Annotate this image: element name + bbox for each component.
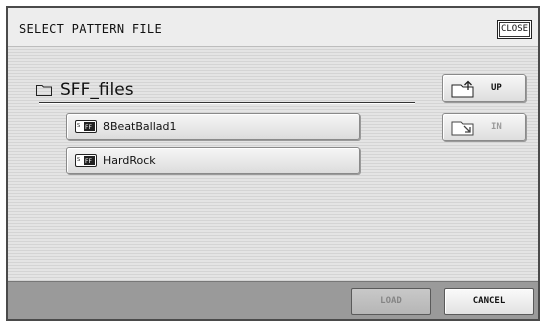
sff-file-icon: S FF — [75, 120, 97, 133]
svg-text:S: S — [77, 157, 80, 163]
svg-text:FF: FF — [85, 158, 92, 165]
close-button[interactable]: CLOSE — [497, 20, 532, 39]
folder-divider — [39, 102, 415, 104]
file-name: HardRock — [103, 154, 156, 167]
up-label: UP — [491, 83, 502, 93]
select-pattern-file-window: SELECT PATTERN FILE CLOSE SFF_files S FF… — [6, 6, 540, 321]
load-button[interactable]: LOAD — [351, 288, 431, 315]
svg-text:S: S — [77, 123, 80, 129]
up-button[interactable]: UP — [442, 74, 526, 102]
cancel-button[interactable]: CANCEL — [444, 288, 534, 315]
svg-text:FF: FF — [85, 124, 92, 131]
file-item-hardrock[interactable]: S FF HardRock — [66, 147, 360, 174]
folder-name: SFF_files — [60, 80, 134, 100]
file-browser-area: SFF_files S FF 8BeatBallad1 S FF HardRoc… — [8, 47, 538, 282]
file-item-8beatballad1[interactable]: S FF 8BeatBallad1 — [66, 113, 360, 140]
in-button[interactable]: IN — [442, 113, 526, 141]
title-bar: SELECT PATTERN FILE CLOSE — [8, 8, 538, 47]
file-name: 8BeatBallad1 — [103, 120, 177, 133]
footer-bar: LOAD CANCEL — [8, 281, 538, 319]
folder-up-icon — [451, 80, 474, 98]
folder-icon — [36, 85, 52, 96]
window-title: SELECT PATTERN FILE — [19, 22, 162, 36]
current-folder: SFF_files — [36, 80, 134, 100]
in-label: IN — [491, 122, 502, 132]
sff-file-icon: S FF — [75, 154, 97, 167]
folder-in-icon — [451, 121, 474, 136]
